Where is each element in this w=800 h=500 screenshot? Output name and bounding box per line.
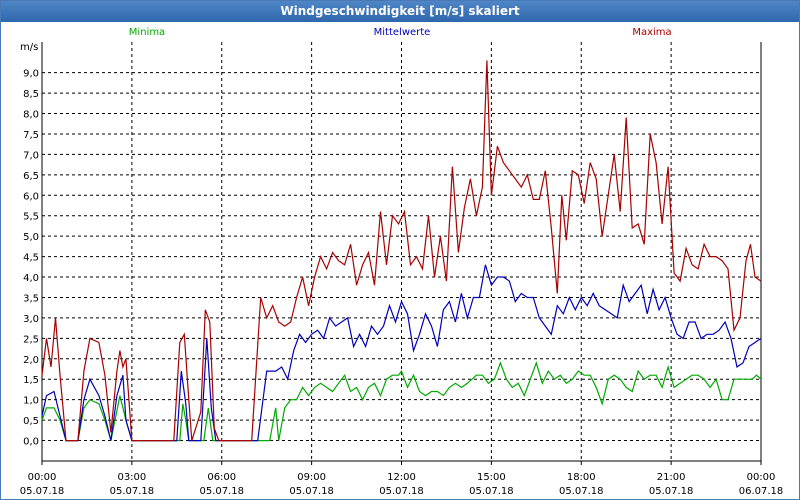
y-tick-label: 9,0 [23, 69, 39, 80]
x-tick-date: 06.07.18 [739, 486, 784, 497]
legend-item-maxima: Maxima [632, 27, 671, 38]
y-tick-label: 8,0 [23, 110, 39, 121]
x-tick-time: 15:00 [477, 472, 506, 483]
wind-speed-chart: 0,0 0,5 1,0 1,5 2,0 2,5 3,0 3,5 4,0 4,5 5,0 5,5 6,0 6… [20, 27, 784, 497]
y-tick-label: 2,5 [23, 334, 39, 345]
x-tick-time: 09:00 [297, 472, 326, 483]
x-tick-date: 05.07.18 [379, 486, 424, 497]
series-line-maxima [41, 60, 762, 442]
x-tick-time: 00:00 [747, 472, 776, 483]
x-tick-date: 05.07.18 [559, 486, 604, 497]
series-lines [41, 60, 762, 442]
x-tick-date: 05.07.18 [20, 486, 65, 497]
x-tick-labels: 00:00 05.07.18 03:00 05.07.18 06:00 05.07.18 0… [20, 472, 784, 497]
legend-item-mittelwerte: Mittelwerte [374, 27, 431, 38]
y-tick-label: 4,0 [23, 273, 39, 284]
legend: Minima Mittelwerte Maxima [129, 27, 672, 38]
chart-grid [42, 42, 761, 461]
y-tick-label: 0,5 [23, 416, 39, 427]
x-tick-date: 05.07.18 [469, 486, 514, 497]
y-tick-label: 5,5 [23, 212, 39, 223]
y-tick-label: 2,0 [23, 355, 39, 366]
x-tick-date: 05.07.18 [289, 486, 334, 497]
y-tick-label: 1,5 [23, 375, 39, 386]
x-tick-date: 05.07.18 [110, 486, 155, 497]
y-tick-label: 8,5 [23, 89, 39, 100]
y-axis-label: m/s [20, 42, 38, 53]
y-tick-label: 6,0 [23, 191, 39, 202]
x-tick-time: 00:00 [28, 472, 57, 483]
x-tick-time: 18:00 [567, 472, 596, 483]
y-tick-label: 7,5 [23, 130, 39, 141]
y-tick-label: 5,0 [23, 232, 39, 243]
x-tick-time: 21:00 [657, 472, 686, 483]
y-tick-label: 0,0 [23, 437, 39, 448]
x-tick-date: 05.07.18 [649, 486, 694, 497]
x-tick-date: 05.07.18 [199, 486, 244, 497]
y-tick-label: 4,5 [23, 253, 39, 264]
y-tick-label: 6,5 [23, 171, 39, 182]
y-tick-label: 1,0 [23, 396, 39, 407]
legend-item-minima: Minima [129, 27, 165, 38]
x-tick-time: 12:00 [387, 472, 416, 483]
y-tick-label: 3,0 [23, 314, 39, 325]
y-tick-label: 7,0 [23, 150, 39, 161]
x-tick-time: 06:00 [207, 472, 236, 483]
x-tick-time: 03:00 [117, 472, 146, 483]
y-tick-label: 3,5 [23, 293, 39, 304]
y-tick-labels: 0,0 0,5 1,0 1,5 2,0 2,5 3,0 3,5 4,0 4,5 5,0 5,5 6,0 6… [23, 69, 39, 448]
